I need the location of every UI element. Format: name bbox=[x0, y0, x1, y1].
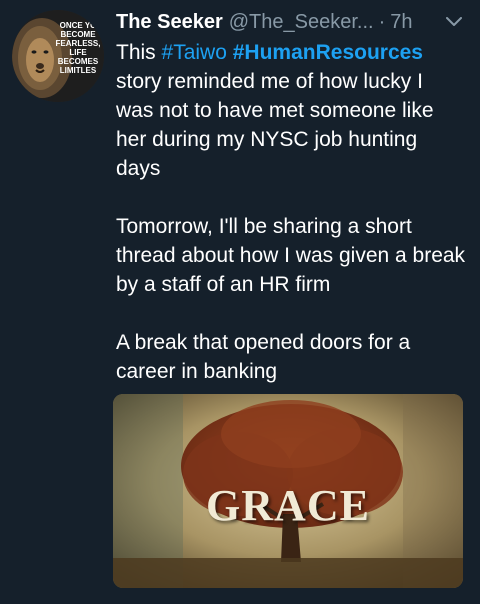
tweet-paragraph: A break that opened doors for a career i… bbox=[116, 331, 411, 383]
author-name[interactable]: The Seeker bbox=[116, 11, 223, 34]
tweet-header: The Seeker @The_Seeker... · 7h bbox=[116, 8, 466, 36]
body-intro: This bbox=[116, 41, 156, 64]
tweet-paragraph: Tomorrow, I'll be sharing a short thread… bbox=[116, 215, 466, 296]
body-line-1: story reminded me of how lucky I was not… bbox=[116, 70, 434, 180]
hashtag-humanresources[interactable]: #HumanResources bbox=[233, 41, 423, 64]
avatar-text-line: LIMITLES bbox=[60, 66, 97, 75]
author-handle[interactable]: @The_Seeker... bbox=[229, 11, 374, 34]
avatar-text-line: BECOMES bbox=[58, 57, 99, 66]
hashtag-taiwo[interactable]: #Taiwo bbox=[162, 41, 227, 64]
avatar-text-line: BECOME bbox=[60, 30, 96, 39]
avatar-text-line: FEARLESS, bbox=[56, 39, 101, 48]
tweet-paragraph: This #Taiwo #HumanResources story remind… bbox=[116, 38, 466, 183]
avatar-text-line: ONCE YO bbox=[60, 21, 97, 30]
tweet-text: This #Taiwo #HumanResources story remind… bbox=[116, 38, 466, 386]
timestamp[interactable]: 7h bbox=[390, 11, 412, 34]
tweet-media-image[interactable]: GRACE bbox=[113, 394, 463, 588]
chevron-down-icon[interactable] bbox=[442, 10, 466, 34]
media-caption: GRACE bbox=[206, 481, 370, 530]
avatar-text-line: LIFE bbox=[69, 48, 87, 57]
separator: · bbox=[378, 10, 386, 33]
avatar[interactable]: ONCE YO BECOME FEARLESS, LIFE BECOMES LI… bbox=[12, 10, 104, 102]
